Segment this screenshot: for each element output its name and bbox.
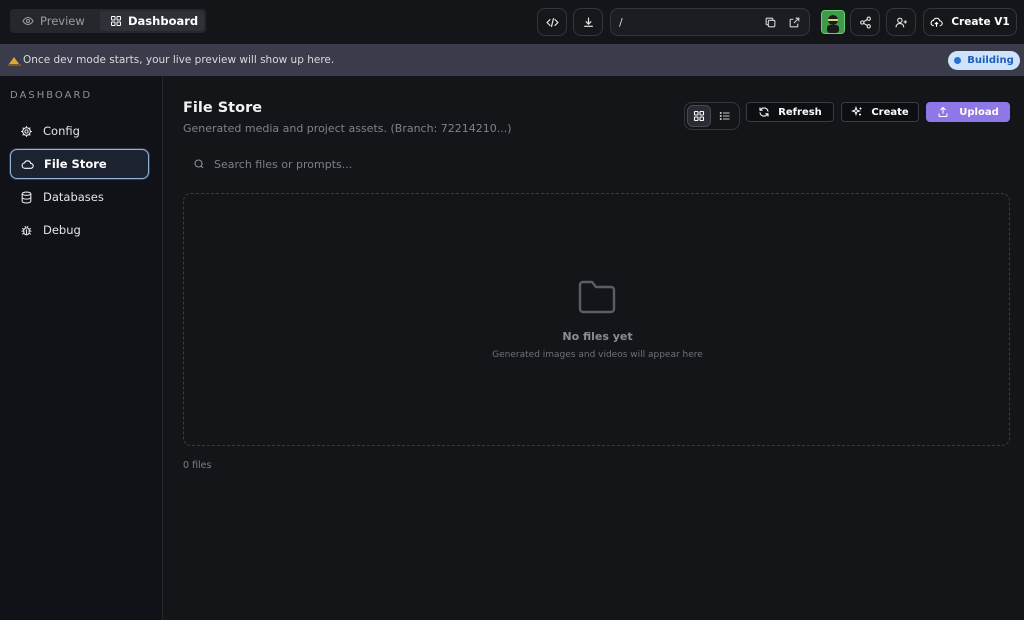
code-icon bbox=[545, 16, 559, 29]
cloud-icon bbox=[21, 158, 34, 171]
grid-icon bbox=[110, 15, 122, 27]
dev-mode-notice-text: Once dev mode starts, your live preview … bbox=[23, 54, 335, 66]
sidebar-title: DASHBOARD bbox=[10, 90, 93, 101]
search-icon bbox=[193, 158, 205, 170]
grid-icon bbox=[693, 110, 705, 122]
view-toggle bbox=[684, 102, 740, 130]
list-icon bbox=[719, 110, 731, 122]
invite-user-button[interactable] bbox=[886, 8, 916, 36]
create-button[interactable]: Create bbox=[841, 102, 919, 122]
top-bar: Preview Dashboard / Create V1 bbox=[0, 0, 1024, 44]
bug-icon bbox=[20, 224, 33, 237]
file-count: 0 files bbox=[183, 460, 212, 471]
dev-mode-notice: Once dev mode starts, your live preview … bbox=[0, 44, 1024, 76]
folder-icon bbox=[578, 280, 616, 314]
sidebar-item-label: Databases bbox=[43, 190, 104, 204]
sidebar-item-label: File Store bbox=[44, 157, 107, 171]
status-dot-icon bbox=[954, 57, 962, 64]
tab-preview-label: Preview bbox=[40, 14, 85, 28]
external-link-icon[interactable] bbox=[788, 16, 801, 29]
user-plus-icon bbox=[895, 16, 908, 29]
search-input[interactable] bbox=[214, 157, 594, 171]
empty-state-subtitle: Generated images and videos will appear … bbox=[492, 350, 703, 360]
page-title: File Store bbox=[183, 100, 263, 116]
code-button[interactable] bbox=[537, 8, 567, 36]
database-icon bbox=[20, 191, 33, 204]
share-button[interactable] bbox=[850, 8, 880, 36]
refresh-button[interactable]: Refresh bbox=[746, 102, 834, 122]
sidebar-item-databases[interactable]: Databases bbox=[10, 182, 149, 212]
sidebar-item-file-store[interactable]: File Store bbox=[10, 149, 149, 179]
cloud-upload-icon bbox=[930, 16, 944, 29]
url-bar[interactable]: / bbox=[610, 8, 810, 36]
sparkles-icon bbox=[851, 106, 863, 118]
sidebar: DASHBOARD Config File Store Databases De… bbox=[0, 76, 163, 620]
view-mode-switcher: Preview Dashboard bbox=[10, 9, 206, 33]
upload-label: Upload bbox=[959, 106, 999, 118]
upload-button[interactable]: Upload bbox=[926, 102, 1010, 122]
sidebar-item-debug[interactable]: Debug bbox=[10, 215, 149, 245]
refresh-icon bbox=[758, 106, 770, 118]
file-dropzone[interactable]: No files yet Generated images and videos… bbox=[183, 193, 1010, 446]
gear-icon bbox=[20, 125, 33, 138]
list-view-button[interactable] bbox=[713, 105, 737, 127]
tab-preview[interactable]: Preview bbox=[12, 11, 100, 31]
refresh-label: Refresh bbox=[778, 106, 822, 118]
copy-icon[interactable] bbox=[764, 16, 777, 29]
empty-state-title: No files yet bbox=[562, 330, 633, 343]
eye-icon bbox=[22, 15, 34, 27]
avatar[interactable] bbox=[821, 10, 845, 34]
page-subtitle: Generated media and project assets. (Bra… bbox=[183, 122, 512, 135]
construction-icon bbox=[8, 55, 21, 66]
status-badge: Building bbox=[948, 51, 1020, 70]
share-icon bbox=[859, 16, 872, 29]
sidebar-item-label: Config bbox=[43, 124, 80, 138]
create-version-label: Create V1 bbox=[951, 16, 1010, 28]
search-bar bbox=[183, 152, 603, 176]
tab-dashboard[interactable]: Dashboard bbox=[100, 11, 204, 31]
upload-icon bbox=[937, 106, 949, 118]
create-label: Create bbox=[871, 106, 909, 118]
sidebar-item-config[interactable]: Config bbox=[10, 116, 149, 146]
sidebar-item-label: Debug bbox=[43, 223, 81, 237]
grid-view-button[interactable] bbox=[687, 105, 712, 127]
download-button[interactable] bbox=[573, 8, 603, 36]
create-version-button[interactable]: Create V1 bbox=[923, 8, 1017, 36]
tab-dashboard-label: Dashboard bbox=[128, 14, 199, 28]
download-icon bbox=[582, 16, 595, 29]
status-badge-label: Building bbox=[967, 55, 1014, 66]
main-content: File Store Generated media and project a… bbox=[164, 76, 1024, 620]
url-path[interactable]: / bbox=[619, 16, 764, 29]
